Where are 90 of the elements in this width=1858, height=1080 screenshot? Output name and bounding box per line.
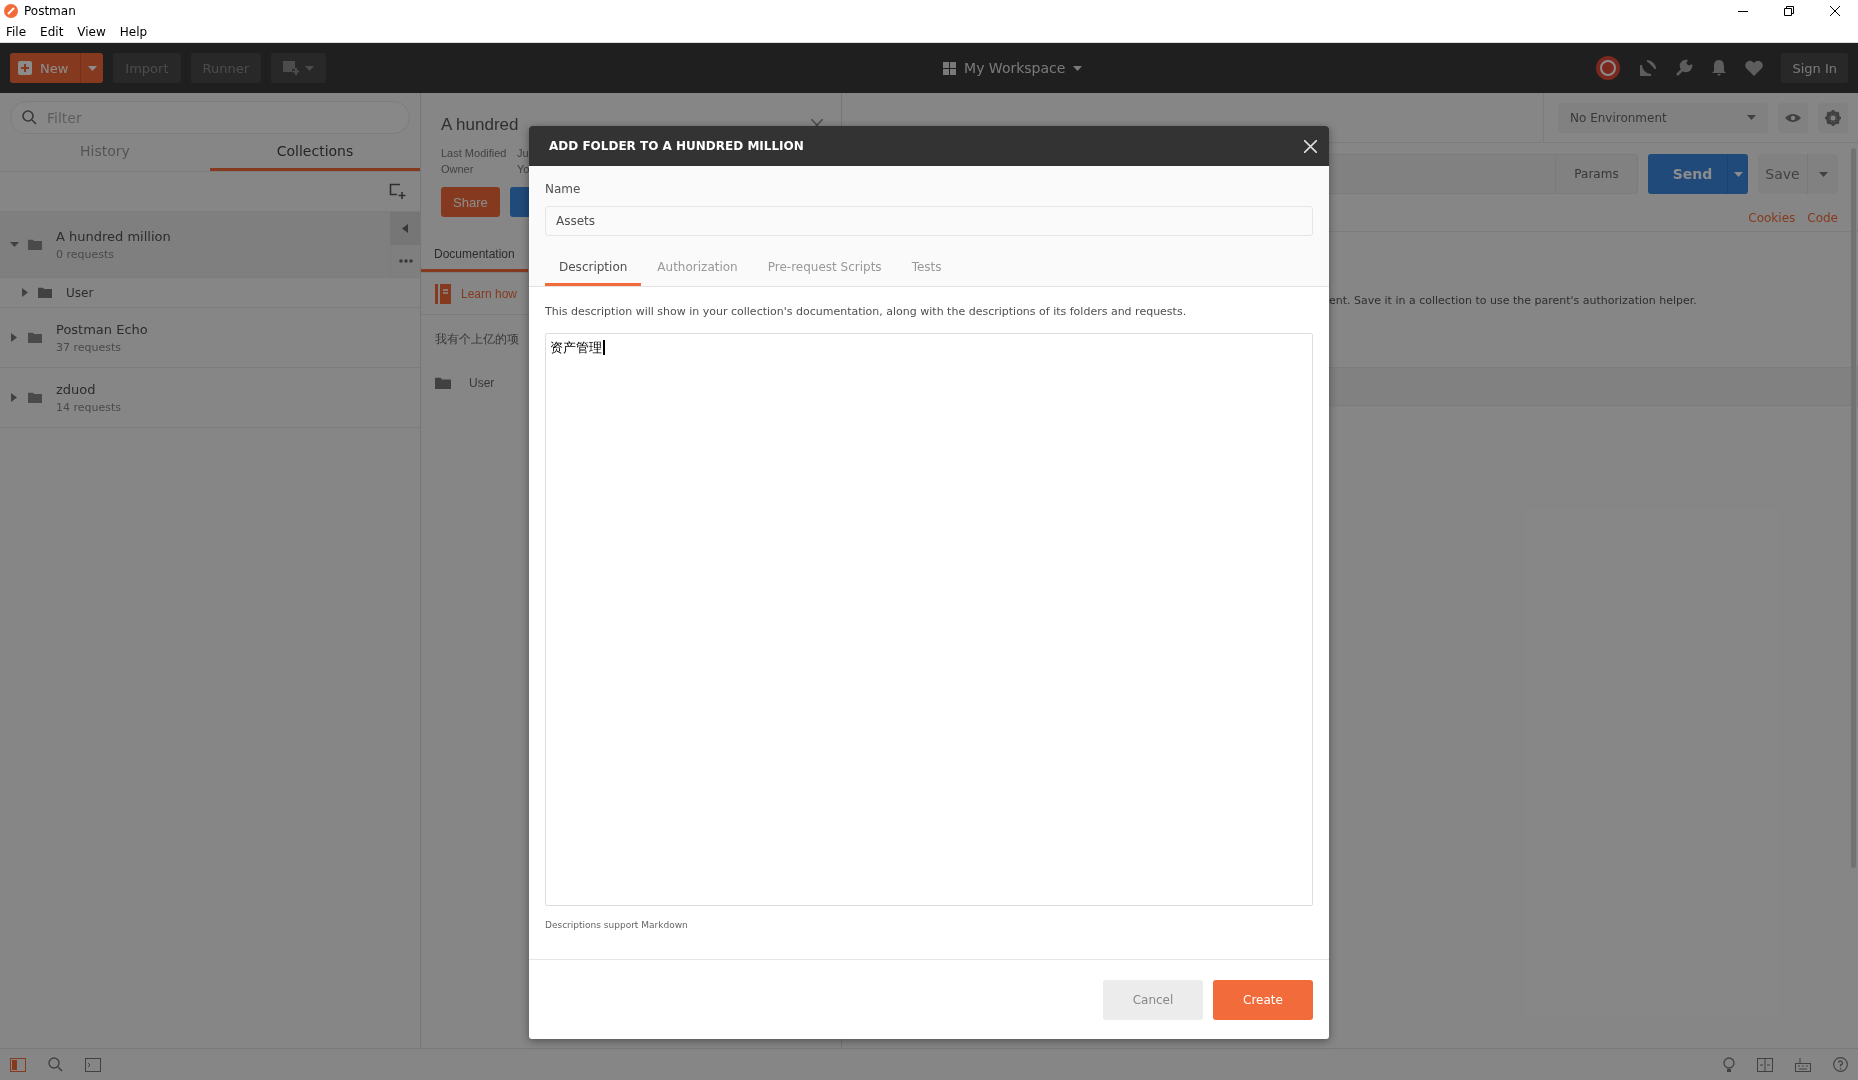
dialog-title: ADD FOLDER TO A HUNDRED MILLION <box>549 139 804 153</box>
auth-notice: ent. Save it in a collection to use the parent's authorization helper. <box>1329 294 1697 307</box>
environment-dropdown[interactable]: No Environment <box>1558 102 1768 133</box>
menu-item[interactable]: View <box>77 25 106 39</box>
satellite-icon[interactable] <box>1639 59 1658 77</box>
collection-item[interactable]: zduod 14 requests <box>0 368 420 428</box>
eye-icon <box>1785 112 1801 123</box>
window-title: Postman <box>24 4 77 18</box>
action-button[interactable] <box>509 187 532 217</box>
grid-icon <box>943 61 957 75</box>
caret-icon <box>1073 65 1083 71</box>
new-button[interactable]: New <box>10 53 104 83</box>
collection-name: zduod <box>56 381 97 397</box>
lightbulb-icon[interactable] <box>1723 1056 1735 1073</box>
gear-icon <box>1825 109 1841 126</box>
cancel-button[interactable]: Cancel <box>1103 979 1203 1020</box>
sidebar-tab[interactable]: Collections <box>210 143 420 171</box>
footnote: Descriptions support Markdown <box>545 920 689 930</box>
meta-value: Yo <box>517 163 531 175</box>
folder-icon <box>28 238 42 251</box>
field-label: Name <box>545 182 582 196</box>
folder-item[interactable]: User <box>0 278 420 308</box>
request-count: 37 requests <box>56 340 123 354</box>
dialog-tab[interactable]: Tests <box>897 252 956 286</box>
dialog-tab[interactable]: Authorization <box>643 252 752 286</box>
close-icon <box>1830 6 1840 16</box>
dialog-tab[interactable]: Description <box>545 252 642 286</box>
eye-button[interactable] <box>1778 102 1808 133</box>
dialog-tab[interactable]: Pre-request Scripts <box>753 252 896 286</box>
minimize-icon <box>1738 10 1748 12</box>
share-button[interactable]: Share <box>441 187 500 217</box>
caret-icon <box>87 65 97 71</box>
window-plus-icon <box>283 61 300 75</box>
caret-icon <box>1818 171 1828 177</box>
plus-icon <box>18 61 32 75</box>
folder-icon <box>435 376 451 390</box>
ellipsis-icon <box>398 259 413 263</box>
meta-label: Owner <box>441 163 475 175</box>
app-logo-icon <box>4 4 18 18</box>
caret-icon <box>11 393 17 402</box>
help-text: This description will show in your collection's documentation, along with the descriptions of its folders and requests. <box>545 305 1188 318</box>
heart-icon[interactable] <box>1745 60 1764 76</box>
save-button[interactable]: Save <box>1758 154 1838 194</box>
menu-item[interactable]: File <box>6 25 27 39</box>
caret-icon <box>1747 115 1756 120</box>
menu-item[interactable]: Edit <box>40 25 64 39</box>
keyboard-icon[interactable] <box>1795 1057 1811 1072</box>
layout-icon[interactable] <box>1757 1057 1773 1072</box>
link[interactable]: Cookies <box>1748 211 1796 225</box>
sidebar-toggle-icon[interactable] <box>10 1057 26 1072</box>
caret-icon <box>22 288 28 297</box>
workspace-selector[interactable]: My Workspace <box>943 60 1083 76</box>
bell-icon[interactable] <box>1711 59 1728 77</box>
search-icon <box>22 110 37 125</box>
collection-name: Postman Echo <box>56 321 148 337</box>
meta-label: Last Modified <box>441 147 508 159</box>
description-field[interactable]: 资产管理 <box>545 333 1313 906</box>
caret-icon <box>9 242 19 247</box>
folder-icon <box>28 331 42 344</box>
collection-name: A hundred million <box>56 228 171 244</box>
link[interactable]: Code <box>1807 211 1838 225</box>
help-icon[interactable] <box>1833 1057 1848 1072</box>
sign-in-button[interactable]: Sign In <box>1781 53 1848 83</box>
restore-icon <box>1784 6 1794 16</box>
settings-button[interactable] <box>1818 102 1848 133</box>
menu-item[interactable]: Help <box>119 25 148 39</box>
collection-item[interactable]: Postman Echo 37 requests <box>0 308 420 368</box>
folder-icon <box>38 286 52 299</box>
caret-icon <box>1733 171 1743 177</box>
meta-value: Ju <box>517 147 530 159</box>
new-collection-icon[interactable] <box>389 183 406 200</box>
new-window-button[interactable] <box>271 53 327 83</box>
learn-link[interactable]: Learn how <box>461 286 518 301</box>
caret-icon <box>305 65 315 71</box>
params-button[interactable]: Params <box>1555 155 1637 193</box>
search-icon[interactable] <box>48 1057 63 1072</box>
request-count: 14 requests <box>56 400 122 414</box>
console-icon[interactable] <box>85 1057 101 1072</box>
folder-icon <box>28 391 42 404</box>
collapse-button[interactable] <box>390 212 420 245</box>
caret-icon <box>402 224 408 233</box>
wrench-icon[interactable] <box>1675 59 1694 77</box>
name-field[interactable]: Assets <box>545 206 1313 236</box>
panel-tab[interactable]: Documentation <box>421 241 528 272</box>
sync-icon[interactable] <box>1595 55 1622 81</box>
create-button[interactable]: Create <box>1213 979 1313 1020</box>
caret-icon <box>11 333 17 342</box>
send-button[interactable]: Send <box>1648 154 1748 194</box>
collection-title: A hundred <box>441 115 519 135</box>
book-icon <box>435 283 451 304</box>
